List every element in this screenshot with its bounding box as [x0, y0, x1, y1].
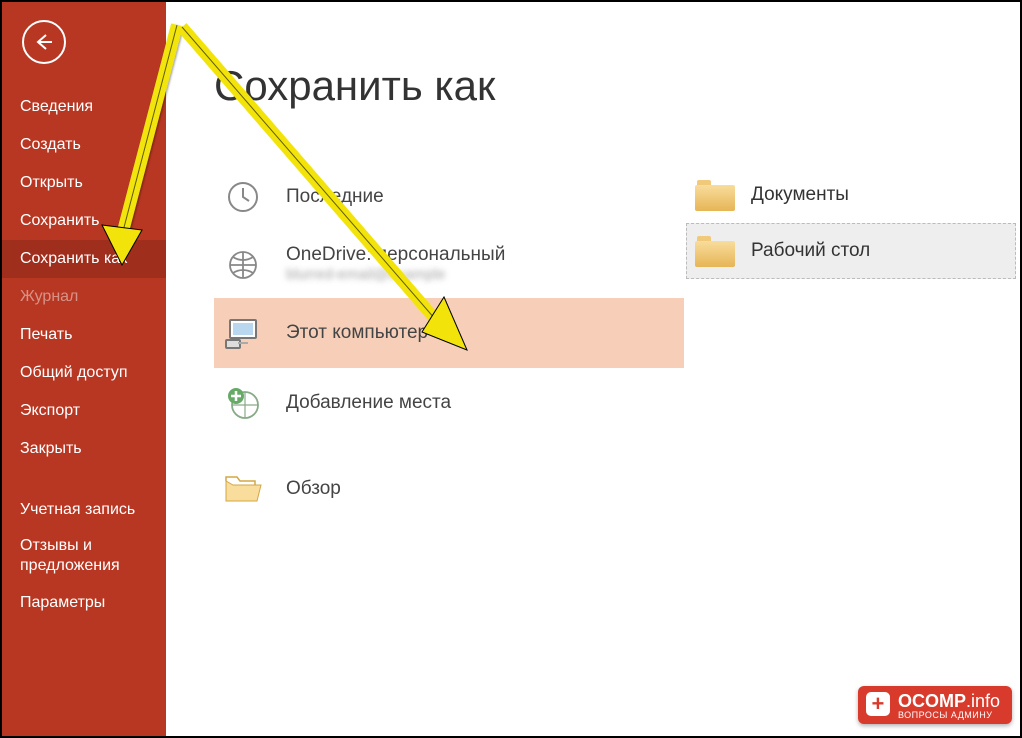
badge-main: OCOMP — [898, 691, 966, 711]
location-label: Последние — [286, 186, 384, 208]
sidebar-item-open[interactable]: Открыть — [2, 164, 166, 202]
location-browse[interactable]: Обзор — [214, 454, 684, 524]
badge-sub: ВОПРОСЫ АДМИНУ — [898, 711, 1000, 720]
location-recent[interactable]: Последние — [214, 162, 684, 232]
location-this-pc[interactable]: Этот компьютер — [214, 298, 684, 368]
globe-icon — [222, 244, 264, 286]
onedrive-account: blurred-email@example — [286, 266, 505, 283]
sidebar-label: Экспорт — [20, 402, 80, 419]
location-add-place[interactable]: Добавление места — [214, 368, 684, 438]
folder-label: Документы — [751, 184, 849, 206]
location-label: OneDrive: персональный — [286, 244, 505, 266]
sidebar-item-save-as[interactable]: Сохранить как — [2, 240, 166, 278]
sidebar-item-account[interactable]: Учетная запись — [2, 492, 166, 528]
folder-label: Рабочий стол — [751, 240, 870, 262]
sidebar-label: Журнал — [20, 288, 78, 305]
clock-icon — [222, 176, 264, 218]
watermark-badge: OCOMP.info ВОПРОСЫ АДМИНУ — [858, 686, 1012, 724]
folder-list: Документы Рабочий стол — [686, 167, 1016, 279]
badge-tld: .info — [966, 691, 1000, 711]
location-label: Этот компьютер — [286, 322, 428, 344]
back-button[interactable] — [22, 20, 66, 64]
sidebar-label: Сохранить как — [20, 250, 127, 267]
location-onedrive[interactable]: OneDrive: персональный blurred-email@exa… — [214, 232, 684, 298]
sidebar-item-info[interactable]: Сведения — [2, 88, 166, 126]
page-title: Сохранить как — [166, 2, 1020, 140]
sidebar-item-share[interactable]: Общий доступ — [2, 354, 166, 392]
computer-icon — [222, 312, 264, 354]
location-label: Добавление места — [286, 392, 451, 414]
sidebar-label: Общий доступ — [20, 364, 128, 381]
location-label: Обзор — [286, 478, 341, 500]
sidebar-label: Сведения — [20, 98, 93, 115]
main-pane: Сохранить как Последние OneDrive: персон… — [166, 2, 1020, 736]
sidebar-item-history: Журнал — [2, 278, 166, 316]
save-locations-list: Последние OneDrive: персональный blurred… — [214, 162, 684, 524]
sidebar-item-options[interactable]: Параметры — [2, 584, 166, 622]
folder-icon — [695, 178, 735, 212]
sidebar-item-new[interactable]: Создать — [2, 126, 166, 164]
add-place-icon — [222, 382, 264, 424]
sidebar-item-close[interactable]: Закрыть — [2, 430, 166, 468]
sidebar-label: Сохранить — [20, 212, 100, 229]
sidebar-label: Создать — [20, 136, 81, 153]
backstage-sidebar: Сведения Создать Открыть Сохранить Сохра… — [2, 2, 166, 736]
sidebar-item-feedback[interactable]: Отзывы и предложения — [2, 528, 166, 584]
folder-open-icon — [222, 468, 264, 510]
sidebar-item-save[interactable]: Сохранить — [2, 202, 166, 240]
sidebar-label: Параметры — [20, 594, 105, 611]
back-arrow-icon — [32, 30, 56, 54]
sidebar-label: Учетная запись — [20, 501, 135, 518]
sidebar-label: Закрыть — [20, 440, 82, 457]
folder-icon — [695, 234, 735, 268]
sidebar-item-export[interactable]: Экспорт — [2, 392, 166, 430]
folder-desktop[interactable]: Рабочий стол — [686, 223, 1016, 279]
sidebar-label: Отзывы и предложения — [20, 537, 120, 574]
sidebar-label: Печать — [20, 326, 72, 343]
sidebar-label: Открыть — [20, 174, 83, 191]
sidebar-item-print[interactable]: Печать — [2, 316, 166, 354]
folder-documents[interactable]: Документы — [686, 167, 1016, 223]
